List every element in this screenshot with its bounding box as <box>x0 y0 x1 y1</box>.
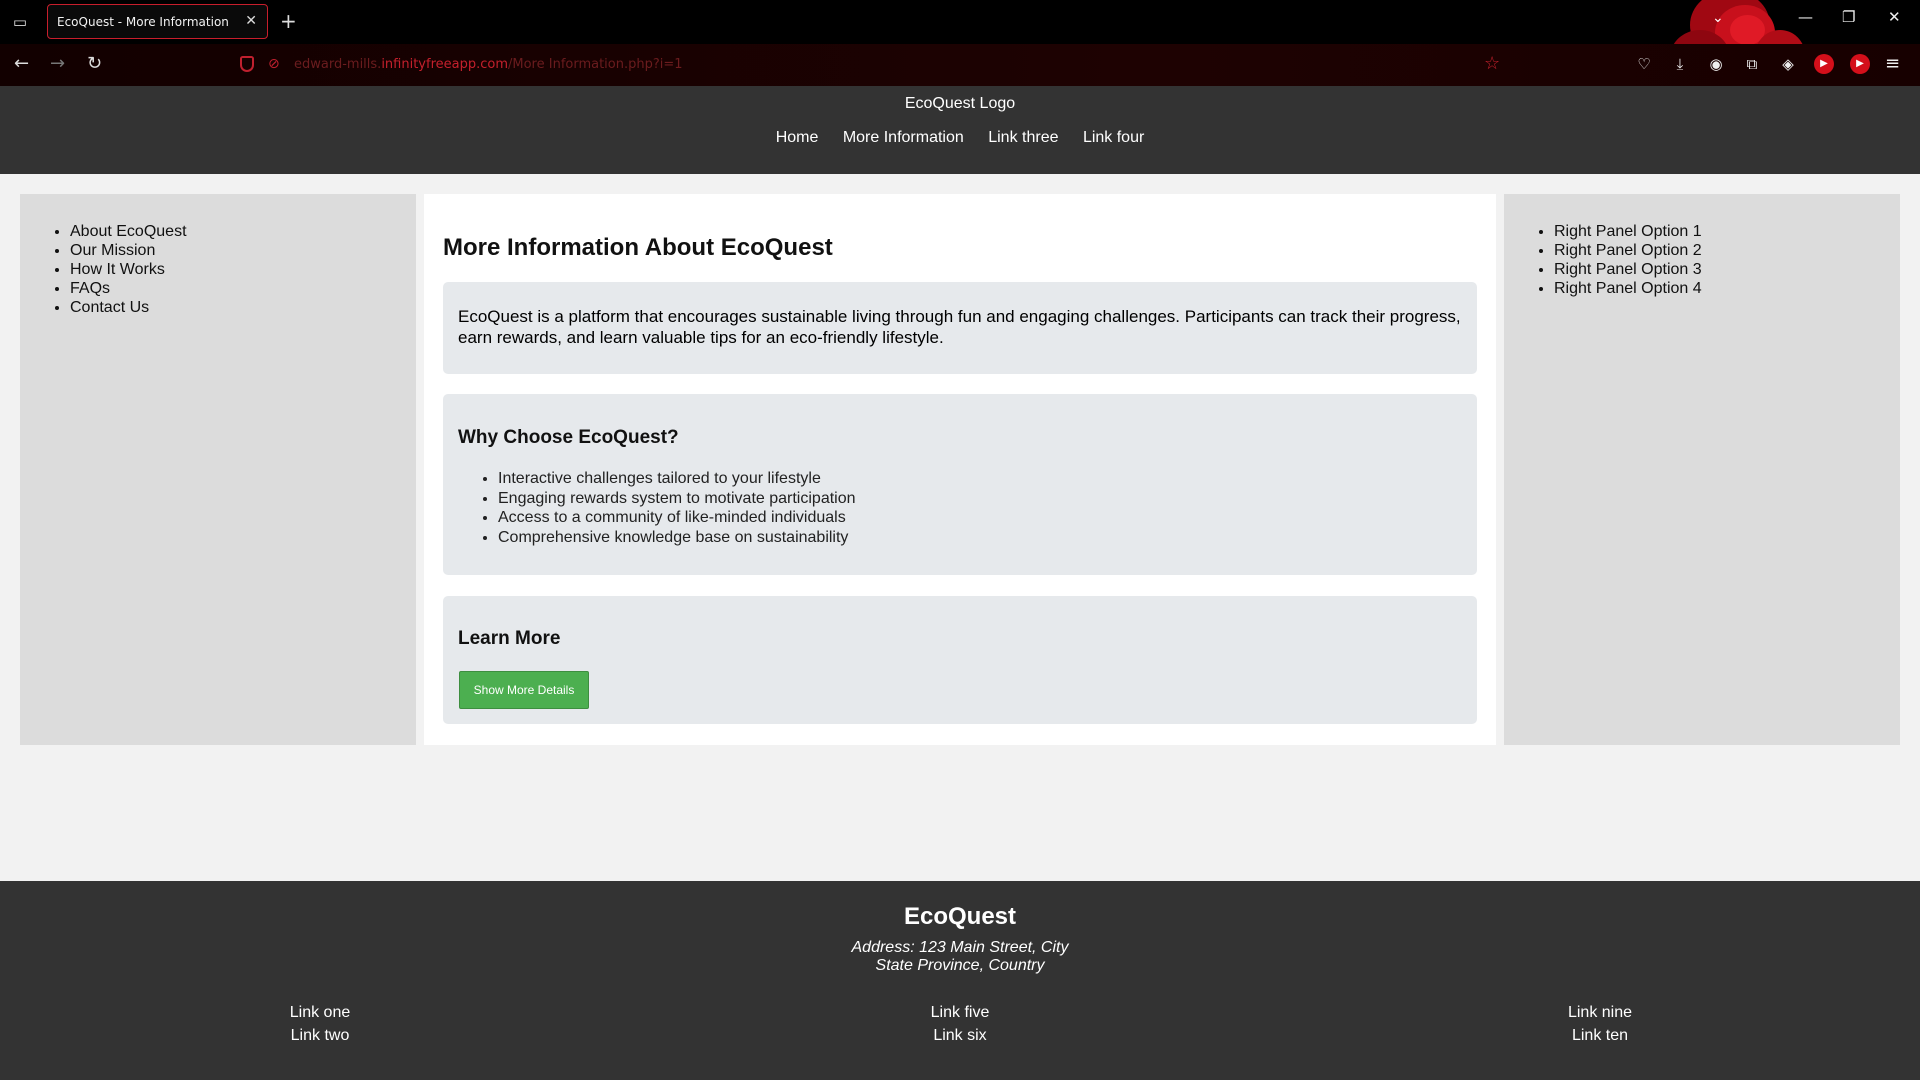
left-panel-list: About EcoQuest Our Mission How It Works … <box>20 194 416 317</box>
tab-list-icon[interactable]: ▭ <box>8 11 32 33</box>
left-panel-item[interactable]: Contact Us <box>70 298 416 317</box>
footer-link[interactable]: Link nine <box>1500 1001 1700 1024</box>
right-panel-item[interactable]: Right Panel Option 2 <box>1554 241 1900 260</box>
feature-item: Access to a community of like-minded ind… <box>498 508 856 528</box>
hamburger-menu-icon[interactable]: ≡ <box>1885 53 1900 74</box>
left-panel-item[interactable]: About EcoQuest <box>70 222 416 241</box>
feature-item: Comprehensive knowledge base on sustaina… <box>498 528 856 548</box>
intro-text: EcoQuest is a platform that encourages s… <box>458 307 1461 347</box>
left-panel-item[interactable]: FAQs <box>70 279 416 298</box>
reload-icon[interactable]: ↻ <box>87 53 102 74</box>
why-heading: Why Choose EcoQuest? <box>458 427 679 448</box>
nav-more-information[interactable]: More Information <box>843 129 964 147</box>
footer-column-2: Link five Link six <box>860 1001 1060 1047</box>
media-extension-icon[interactable]: ▶ <box>1850 54 1870 74</box>
learn-more-card: Learn More Show More Details <box>443 596 1477 724</box>
url-domain: infinityfreeapp.com <box>381 57 508 72</box>
restore-icon[interactable]: ❐ <box>1842 8 1855 26</box>
footer-link[interactable]: Link five <box>860 1001 1060 1024</box>
footer-address: Address: 123 Main Street, City State Pro… <box>0 939 1920 975</box>
site-logo: EcoQuest Logo <box>904 95 1016 112</box>
right-panel-item[interactable]: Right Panel Option 3 <box>1554 260 1900 279</box>
chevron-down-icon[interactable]: ⌄ <box>1712 10 1724 26</box>
close-window-icon[interactable]: ✕ <box>1888 8 1901 26</box>
footer-link[interactable]: Link two <box>220 1024 420 1047</box>
footer-link[interactable]: Link ten <box>1500 1024 1700 1047</box>
footer-column-3: Link nine Link ten <box>1500 1001 1700 1047</box>
intro-card: EcoQuest is a platform that encourages s… <box>443 282 1477 374</box>
close-tab-icon[interactable]: ✕ <box>245 13 257 29</box>
pocket-icon[interactable]: ♡ <box>1634 54 1654 74</box>
back-icon[interactable]: ← <box>14 53 29 74</box>
page-title: More Information About EcoQuest <box>443 234 833 261</box>
footer-link[interactable]: Link one <box>220 1001 420 1024</box>
feature-item: Interactive challenges tailored to your … <box>498 469 856 489</box>
ublock-icon[interactable]: ◈ <box>1778 54 1798 74</box>
downloads-icon[interactable]: ⤓ <box>1670 54 1690 74</box>
insecure-lock-icon[interactable]: ⊘ <box>268 56 280 72</box>
left-panel: About EcoQuest Our Mission How It Works … <box>20 194 416 745</box>
minimize-icon[interactable]: — <box>1798 8 1813 26</box>
site-footer: EcoQuest Address: 123 Main Street, City … <box>0 881 1920 1080</box>
why-card: Why Choose EcoQuest? Interactive challen… <box>443 394 1477 575</box>
account-icon[interactable]: ◉ <box>1706 54 1726 74</box>
feature-item: Engaging rewards system to motivate part… <box>498 489 856 509</box>
forward-icon[interactable]: → <box>50 53 65 74</box>
site-header: EcoQuest Logo Home More Information Link… <box>0 86 1920 174</box>
right-panel: Right Panel Option 1 Right Panel Option … <box>1504 194 1900 745</box>
main-content: More Information About EcoQuest EcoQuest… <box>424 194 1496 745</box>
show-more-details-button[interactable]: Show More Details <box>459 671 589 709</box>
main-nav: Home More Information Link three Link fo… <box>0 129 1920 147</box>
url-path: /More Information.php?i=1 <box>508 57 683 72</box>
url-subdomain: edward-mills. <box>294 57 382 72</box>
footer-brand: EcoQuest <box>903 903 1017 930</box>
address-line-2: State Province, Country <box>875 957 1045 974</box>
bookmark-star-icon[interactable]: ☆ <box>1484 53 1500 74</box>
url-bar[interactable]: edward-mills.infinityfreeapp.com/More In… <box>294 57 683 72</box>
active-tab[interactable]: EcoQuest - More Information ✕ <box>47 4 268 39</box>
footer-column-1: Link one Link two <box>220 1001 420 1047</box>
right-panel-item[interactable]: Right Panel Option 4 <box>1554 279 1900 298</box>
nav-link-three[interactable]: Link three <box>988 129 1058 147</box>
browser-nav-bar: ← → ↻ ⊘ edward-mills.infinityfreeapp.com… <box>0 44 1920 86</box>
learn-more-heading: Learn More <box>458 628 561 649</box>
left-panel-item[interactable]: How It Works <box>70 260 416 279</box>
extensions-icon[interactable]: ⧉ <box>1742 54 1762 74</box>
browser-tab-bar: ▭ EcoQuest - More Information ✕ + ⌄ — ❐ … <box>0 0 1920 85</box>
new-tab-icon[interactable]: + <box>280 9 297 33</box>
nav-link-four[interactable]: Link four <box>1083 129 1144 147</box>
address-line-1: Address: 123 Main Street, City <box>851 939 1069 956</box>
feature-list: Interactive challenges tailored to your … <box>498 469 856 547</box>
nav-home[interactable]: Home <box>776 129 819 147</box>
right-panel-item[interactable]: Right Panel Option 1 <box>1554 222 1900 241</box>
right-panel-list: Right Panel Option 1 Right Panel Option … <box>1504 194 1900 298</box>
footer-link[interactable]: Link six <box>860 1024 1060 1047</box>
shield-icon[interactable] <box>240 56 254 72</box>
left-panel-item[interactable]: Our Mission <box>70 241 416 260</box>
youtube-extension-icon[interactable]: ▶ <box>1814 54 1834 74</box>
tab-title: EcoQuest - More Information <box>57 15 229 29</box>
